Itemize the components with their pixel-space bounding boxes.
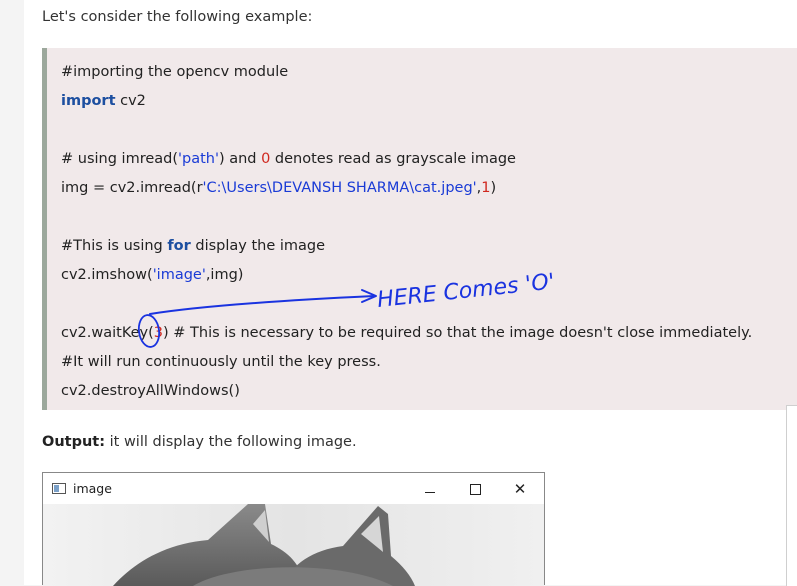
code-string: 'path' xyxy=(178,151,219,167)
code-text: cv2.waitKey( xyxy=(61,325,154,341)
code-line-8: #It will run continuously until the key … xyxy=(61,354,381,370)
code-line-2: import cv2 xyxy=(61,93,146,109)
minimize-icon xyxy=(425,491,435,493)
cat-image xyxy=(43,504,544,586)
code-text: display the image xyxy=(190,238,326,254)
close-icon: ✕ xyxy=(513,479,527,498)
cat-image-drawing xyxy=(43,504,544,586)
code-line-3: # using imread('path') and 0 denotes rea… xyxy=(61,151,516,167)
output-label: Output: xyxy=(42,434,106,450)
code-text: ,img) xyxy=(205,267,244,283)
code-text: cv2.imshow( xyxy=(61,267,153,283)
code-number: 0 xyxy=(261,151,271,167)
maximize-button[interactable] xyxy=(453,477,497,501)
code-string: 'C:\Users\DEVANSH SHARMA\cat.jpeg' xyxy=(202,180,477,196)
output-text: it will display the following image. xyxy=(105,434,357,450)
code-text: # using imread( xyxy=(61,151,178,167)
code-line-5: #This is using for display the image xyxy=(61,238,325,254)
code-block: #importing the opencv module import cv2 … xyxy=(42,48,797,410)
image-window[interactable]: image ✕ xyxy=(42,472,545,586)
maximize-icon xyxy=(469,483,481,495)
output-description: Output: it will display the following im… xyxy=(42,434,357,450)
window-app-icon xyxy=(52,483,66,494)
image-window-title: image xyxy=(73,481,112,496)
image-window-titlebar[interactable]: image ✕ xyxy=(43,473,544,504)
minimize-button[interactable] xyxy=(408,477,452,501)
code-text: cv2.destroyAllWindows() xyxy=(61,383,240,399)
code-text: ) and xyxy=(218,151,262,167)
article-body: Let's consider the following example: #i… xyxy=(24,0,797,586)
code-line-1: #importing the opencv module xyxy=(61,64,288,80)
keyword-for: for xyxy=(167,238,191,254)
keyword-import: import xyxy=(61,93,116,109)
code-line-9: cv2.destroyAllWindows() xyxy=(61,383,240,399)
code-text: ) # This is necessary to be required so … xyxy=(163,325,753,341)
code-text: img = cv2.imread(r xyxy=(61,180,203,196)
code-text: ) xyxy=(490,180,497,196)
code-text: cv2 xyxy=(115,93,146,109)
code-line-6: cv2.imshow('image',img) xyxy=(61,267,243,283)
code-number-highlighted: 3 xyxy=(153,325,164,341)
side-panel-edge xyxy=(786,405,797,586)
code-comment: #importing the opencv module xyxy=(61,64,289,80)
close-button[interactable]: ✕ xyxy=(498,477,542,501)
code-text: #This is using xyxy=(61,238,168,254)
code-text: denotes read as grayscale image xyxy=(270,151,516,167)
code-string: 'image' xyxy=(152,267,206,283)
intro-text: Let's consider the following example: xyxy=(42,9,313,25)
code-line-7: cv2.waitKey(3) # This is necessary to be… xyxy=(61,325,752,341)
code-line-4: img = cv2.imread(r'C:\Users\DEVANSH SHAR… xyxy=(61,180,496,196)
code-comment: #It will run continuously until the key … xyxy=(61,354,381,370)
